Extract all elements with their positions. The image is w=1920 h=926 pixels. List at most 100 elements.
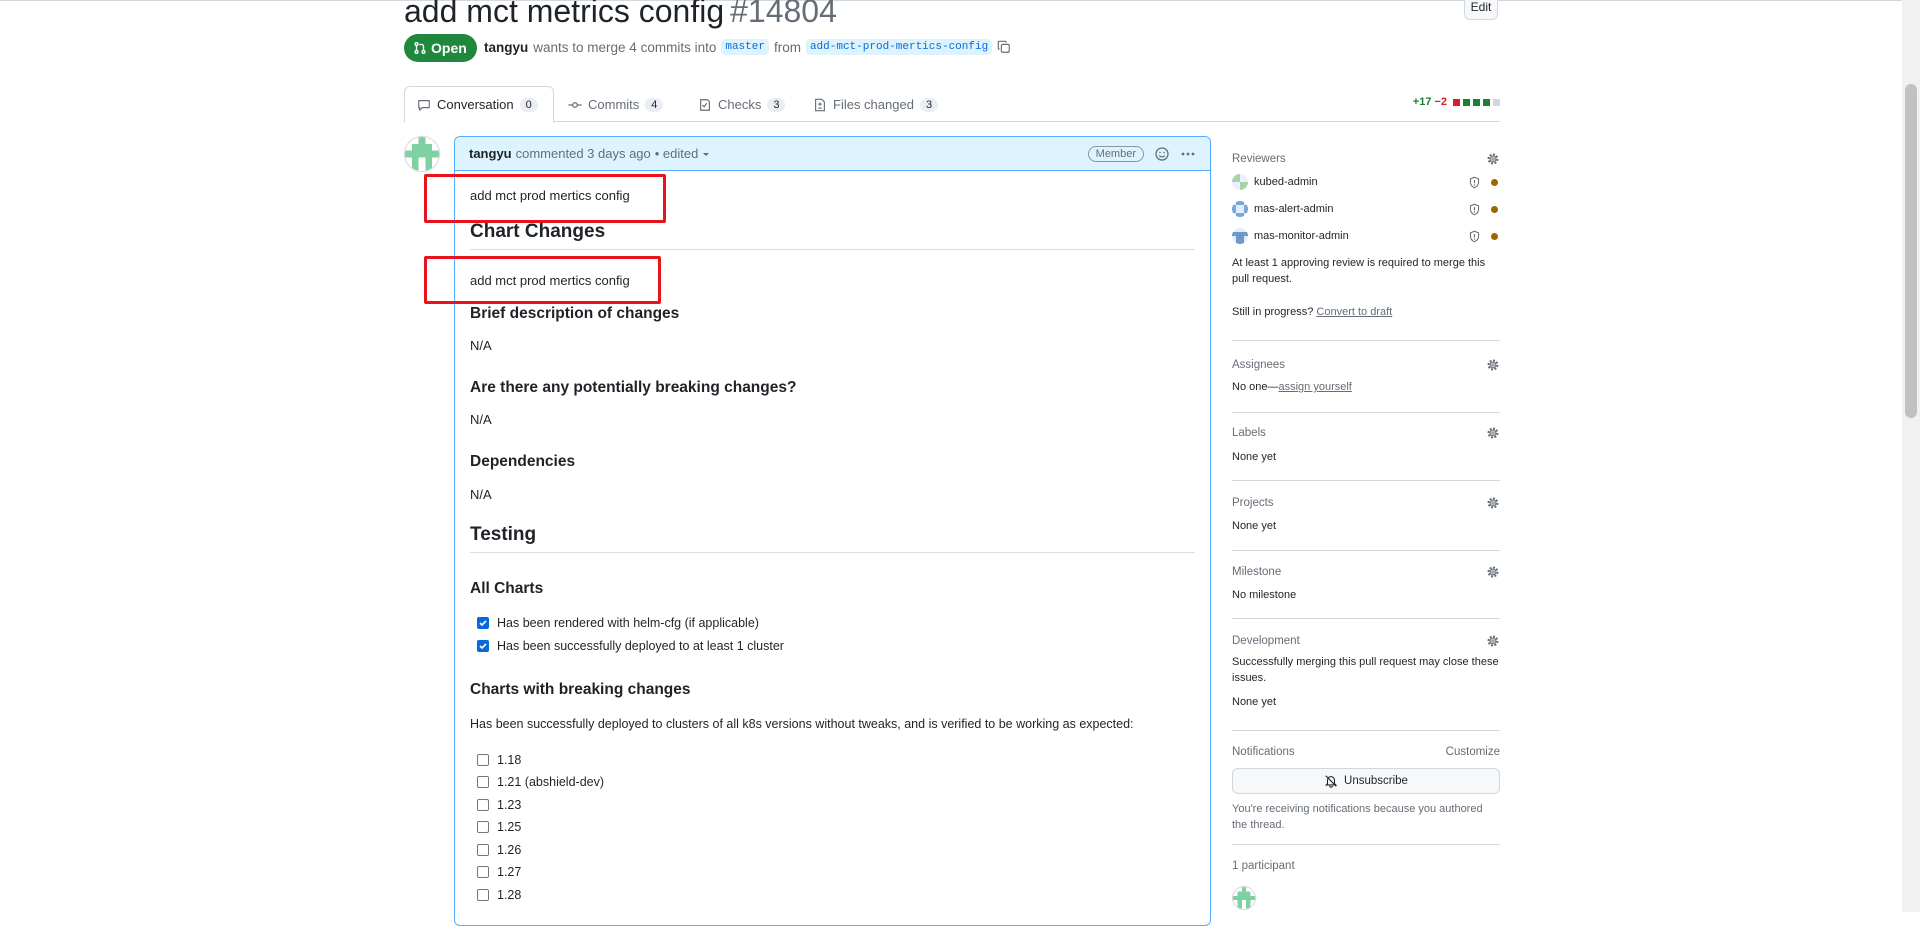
projects-section: Projects None yet [1232, 496, 1500, 534]
pr-state-label: Open [431, 40, 467, 56]
gear-icon[interactable] [1486, 152, 1500, 166]
task-list-item: 1.25 [477, 820, 521, 834]
heading-dependencies: Dependencies [470, 453, 576, 470]
shield-icon [1469, 203, 1480, 215]
convert-to-draft-link[interactable]: Convert to draft [1316, 306, 1392, 318]
heading-chart-changes: Chart Changes [470, 221, 1195, 250]
diffstat-block [1453, 98, 1460, 106]
assignees-header: Assignees [1232, 358, 1500, 372]
reviewer-name[interactable]: mas-monitor-admin [1254, 230, 1349, 242]
page-title: add mct metrics config #14804 [404, 0, 837, 31]
tab-files-changed[interactable]: Files changed 3 [801, 86, 950, 123]
gear-icon[interactable] [1486, 496, 1500, 510]
comment-timestamp[interactable]: commented 3 days ago [516, 146, 651, 161]
gear-icon[interactable] [1486, 634, 1500, 648]
development-title: Development [1232, 635, 1300, 647]
projects-title: Projects [1232, 497, 1274, 509]
milestone-section: Milestone No milestone [1232, 565, 1500, 603]
base-branch[interactable]: master [721, 39, 769, 55]
labels-title: Labels [1232, 427, 1266, 439]
task-checkbox[interactable] [477, 889, 489, 901]
checklist-icon [700, 98, 710, 111]
tab-label: Checks [718, 97, 762, 112]
task-label: 1.23 [497, 798, 522, 812]
task-label: 1.27 [497, 865, 522, 879]
development-value: None yet [1232, 696, 1277, 708]
task-list-item: 1.21 (abshield-dev) [477, 775, 604, 789]
edited-label: • edited [654, 146, 699, 161]
task-list-item: Has been rendered with helm-cfg (if appl… [477, 616, 759, 630]
kebab-horizontal-icon[interactable] [1180, 146, 1196, 162]
pr-title-text: add mct metrics config [404, 0, 725, 29]
task-checkbox[interactable] [477, 640, 489, 652]
gear-icon[interactable] [1486, 426, 1500, 440]
reviewer-name[interactable]: kubed-admin [1254, 176, 1318, 188]
caret-down-icon [703, 152, 710, 156]
task-checkbox[interactable] [477, 776, 489, 788]
review-requirement-note: At least 1 approving review is required … [1232, 257, 1486, 285]
reviewer-name[interactable]: mas-alert-admin [1254, 203, 1333, 215]
task-checkbox[interactable] [477, 866, 489, 878]
tab-counter: 3 [919, 97, 939, 112]
tab-label: Commits [588, 97, 640, 112]
task-checkbox[interactable] [477, 799, 489, 811]
comment-author[interactable]: tangyu [469, 146, 512, 161]
heading-testing: Testing [470, 524, 1195, 553]
member-badge: Member [1087, 145, 1144, 162]
divider [1232, 618, 1500, 619]
labels-header: Labels [1232, 426, 1500, 440]
tab-counter: 4 [645, 97, 664, 112]
tab-checks[interactable]: Checks 3 [686, 86, 797, 123]
head-branch[interactable]: add-mct-prod-mertics-config [805, 39, 993, 55]
task-checkbox[interactable] [477, 844, 489, 856]
reviewer-row: kubed-admin [1232, 174, 1500, 190]
milestone-title: Milestone [1232, 566, 1282, 578]
highlight-box [424, 256, 661, 304]
reviewer-avatar[interactable] [1232, 201, 1248, 217]
top-border [0, 0, 1920, 1]
gear-icon[interactable] [1486, 565, 1500, 579]
edited-dropdown[interactable]: • edited [655, 146, 712, 161]
unsubscribe-label: Unsubscribe [1344, 775, 1408, 787]
projects-header: Projects [1232, 496, 1500, 510]
labels-section: Labels None yet [1232, 426, 1500, 465]
pr-author-link[interactable]: tangyu [484, 40, 528, 55]
task-list-item: 1.27 [477, 865, 521, 879]
copy-icon[interactable] [997, 40, 1011, 54]
gear-icon[interactable] [1486, 358, 1500, 372]
shield-icon [1469, 176, 1480, 188]
notifications-title: Notifications [1232, 746, 1295, 758]
highlight-box [424, 174, 666, 223]
tab-label: Conversation [437, 97, 514, 112]
diffstat-block [1463, 98, 1470, 106]
edit-title-button[interactable]: Edit [1464, 0, 1498, 20]
reviewers-section: Reviewers [1232, 152, 1500, 166]
assign-yourself-link[interactable]: assign yourself [1278, 381, 1351, 393]
task-checkbox[interactable] [477, 754, 489, 766]
reviewer-avatar[interactable] [1232, 228, 1248, 244]
divider [1232, 844, 1500, 845]
unsubscribe-button[interactable]: Unsubscribe [1232, 768, 1500, 794]
task-checkbox[interactable] [477, 821, 489, 833]
customize-link[interactable]: Customize [1446, 746, 1500, 758]
participant-avatar[interactable] [1232, 886, 1256, 910]
dependencies-text: N/A [470, 487, 492, 502]
pending-review-dot [1491, 178, 1498, 186]
smiley-icon[interactable] [1154, 146, 1170, 162]
diffstat: +17 −2 [1413, 96, 1500, 108]
tab-label: Files changed [833, 97, 914, 112]
author-avatar[interactable] [404, 136, 440, 172]
divider [1232, 550, 1500, 551]
task-checkbox[interactable] [477, 617, 489, 629]
task-list-item: 1.26 [477, 843, 521, 857]
breaking-text: N/A [470, 412, 492, 427]
page-scrollbar[interactable] [1902, 0, 1920, 912]
reviewer-avatar[interactable] [1232, 174, 1248, 190]
scrollbar-thumb[interactable] [1905, 84, 1917, 418]
tab-counter: 0 [519, 97, 538, 112]
diffstat-additions: +17 [1412, 96, 1432, 108]
bell-slash-icon [1324, 775, 1338, 788]
still-in-progress-text: Still in progress? [1232, 306, 1314, 318]
tab-commits[interactable]: Commits 4 [556, 86, 675, 123]
tab-conversation[interactable]: Conversation 0 [404, 86, 554, 123]
